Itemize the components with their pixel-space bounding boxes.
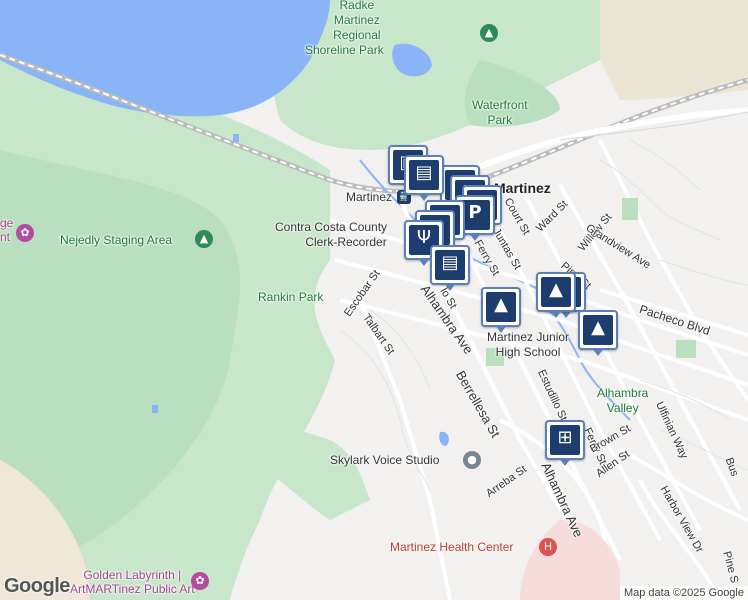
martinez-station-label[interactable]: Martinez	[346, 190, 392, 204]
label-line: Valley	[606, 401, 639, 415]
graduation-cap-icon: ▲	[486, 292, 516, 322]
contra-costa-label[interactable]: Contra Costa County Clerk-Recorder	[275, 220, 387, 250]
shopping-bag-icon: ▤	[435, 250, 465, 280]
map-canvas[interactable]: Radke Martinez Regional Shoreline Park ▲…	[0, 0, 748, 600]
label-line: Alhambra	[597, 386, 649, 400]
skylark-voice-label[interactable]: Skylark Voice Studio	[330, 453, 439, 467]
school-pin[interactable]: ▲	[536, 272, 576, 318]
label-line: Regional	[333, 28, 381, 42]
shoreline-park-label[interactable]: Radke Martinez Regional Shoreline Park	[305, 0, 384, 58]
label-line: Martinez	[333, 13, 380, 27]
shopping-bag-icon: ▤	[409, 160, 439, 190]
nejedly-staging-label[interactable]: Nejedly Staging Area	[60, 233, 172, 247]
martinez-city-label: Martinez	[494, 180, 551, 196]
graduation-cap-icon: ▲	[541, 277, 571, 307]
label-line: ge	[0, 216, 14, 230]
label-line: Radke	[339, 0, 375, 12]
tree-icon[interactable]: ▲	[195, 230, 213, 248]
label-line: Waterfront	[472, 98, 528, 112]
label-line: High School	[495, 345, 561, 359]
label-line: Clerk-Recorder	[305, 235, 387, 249]
school-pin[interactable]: ▲	[481, 287, 521, 333]
shopping-pin[interactable]: ▤	[404, 155, 444, 201]
rankin-park-label[interactable]: Rankin Park	[258, 290, 323, 304]
label-line: Golden Labyrinth |	[83, 568, 182, 582]
art-icon[interactable]: ✿	[16, 224, 34, 242]
graduation-cap-icon: ▲	[583, 315, 613, 345]
label-line: Contra Costa County	[275, 220, 388, 234]
label-line: ArtMARTinez Public Art	[70, 582, 195, 596]
map-attribution[interactable]: Map data ©2025 Google	[619, 586, 748, 600]
label-line: Park	[487, 113, 513, 127]
junior-high-label[interactable]: Martinez Junior High School	[487, 330, 569, 360]
school-pin[interactable]: ▲	[578, 310, 618, 356]
label-line: Shoreline Park	[305, 43, 384, 57]
art-icon[interactable]: ✿	[191, 572, 209, 590]
shopping-pin[interactable]: ▤	[430, 245, 470, 291]
shopping-cart-icon: ⊞	[550, 425, 580, 455]
map-base-layer	[0, 0, 748, 600]
golden-labyrinth-label[interactable]: Golden Labyrinth | ArtMARTinez Public Ar…	[70, 568, 195, 596]
label-line: nt	[0, 230, 11, 244]
health-center-label[interactable]: Martinez Health Center	[390, 540, 513, 554]
hospital-icon[interactable]: H	[539, 538, 557, 556]
waterfront-park-label[interactable]: Waterfront Park	[472, 98, 528, 128]
left-edge-poi-label[interactable]: ge nt	[0, 216, 13, 244]
alhambra-valley-label: Alhambra Valley	[597, 386, 648, 416]
grocery-pin[interactable]: ⊞	[545, 420, 585, 466]
google-logo[interactable]: Google	[4, 575, 70, 598]
pin-icon[interactable]: ●	[463, 451, 481, 469]
tree-icon[interactable]: ▲	[480, 24, 498, 42]
